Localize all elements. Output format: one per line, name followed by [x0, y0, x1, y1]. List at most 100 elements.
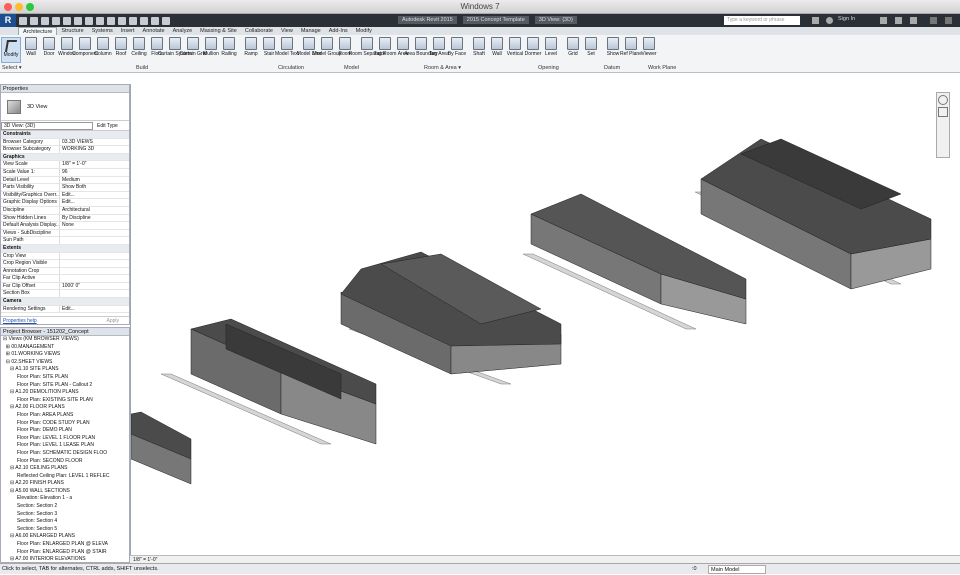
property-value[interactable]: [59, 275, 129, 282]
property-row[interactable]: View Scale 1/8" = 1'-0": [1, 161, 129, 169]
tab-systems[interactable]: Systems: [88, 27, 117, 35]
browser-item[interactable]: Floor Plan: LEVEL 1 LEASE PLAN: [3, 442, 129, 450]
maximize-window-button[interactable]: [26, 3, 34, 11]
browser-item[interactable]: Floor Plan: LEVEL 1 FLOOR PLAN: [3, 435, 129, 443]
property-value[interactable]: [59, 229, 129, 237]
app-menu-button[interactable]: R: [0, 14, 16, 27]
property-row[interactable]: Browser Subcategory WORKING 3D: [1, 146, 129, 154]
browser-item[interactable]: Section: Section 4: [3, 518, 129, 526]
property-value[interactable]: Edit...: [59, 191, 129, 199]
property-value[interactable]: Architectural: [59, 206, 129, 214]
property-value[interactable]: 1/8" = 1'-0": [59, 161, 129, 168]
steering-wheel-icon[interactable]: [938, 95, 948, 105]
browser-item[interactable]: ⊟ A6.00 ENLARGED PLANS: [3, 533, 129, 541]
browser-item[interactable]: Section: Section 5: [3, 526, 129, 534]
navigation-bar[interactable]: [936, 92, 950, 158]
tab-structure[interactable]: Structure: [57, 27, 87, 35]
browser-item[interactable]: Floor Plan: AREA PLANS: [3, 412, 129, 420]
property-value[interactable]: Edit...: [59, 199, 129, 206]
minimize-window-button[interactable]: [15, 3, 23, 11]
browser-item[interactable]: ⊟ A2.20 FINISH PLANS: [3, 480, 129, 488]
browser-item[interactable]: ⊟ A2.00 FLOOR PLANS: [3, 404, 129, 412]
property-section[interactable]: Camera: [1, 298, 129, 306]
browser-item[interactable]: ⊟ A1.20 DEMOLITION PLANS: [3, 389, 129, 397]
properties-help-link[interactable]: Properties help: [3, 318, 37, 324]
browser-item[interactable]: Section: Section 2: [3, 503, 129, 511]
model-canvas[interactable]: [130, 84, 960, 559]
close-icon[interactable]: [945, 17, 952, 24]
property-row[interactable]: Crop View: [1, 252, 129, 261]
browser-item[interactable]: ⊟ Views (KM BROWSER VIEWS): [3, 336, 129, 344]
browser-item[interactable]: ⊟ 02.SHEET VIEWS: [3, 359, 129, 367]
browser-item[interactable]: ⊞ 00.MANAGEMENT: [3, 344, 129, 352]
section-icon[interactable]: [140, 16, 148, 25]
property-row[interactable]: Browser Category 03.3D VIEWS: [1, 138, 129, 147]
redo-icon[interactable]: [63, 16, 71, 25]
property-value[interactable]: [59, 260, 129, 267]
open-icon[interactable]: [19, 16, 27, 25]
property-section[interactable]: Graphics: [1, 153, 129, 162]
model-selector[interactable]: Main Model: [708, 565, 766, 574]
property-row[interactable]: Views - SubDiscipline: [1, 229, 129, 238]
browser-item[interactable]: Floor Plan: SECOND FLOOR: [3, 458, 129, 466]
type-selector[interactable]: 3D View: [1, 93, 129, 121]
sync-icon[interactable]: [41, 16, 49, 25]
signin-button[interactable]: Sign In: [838, 16, 855, 22]
browser-item[interactable]: Floor Plan: ENLARGED PLAN @ STAIR: [3, 549, 129, 557]
browser-item[interactable]: Elevation: Elevation 1 - a: [3, 495, 129, 503]
tab-architecture[interactable]: Architecture: [18, 27, 58, 35]
browser-item[interactable]: ⊟ A5.00 WALL SECTIONS: [3, 488, 129, 496]
minimize-icon[interactable]: [930, 17, 937, 24]
property-row[interactable]: Detail Level Medium: [1, 176, 129, 185]
tab-annotate[interactable]: Annotate: [139, 27, 169, 35]
tab-insert[interactable]: Insert: [117, 27, 139, 35]
property-row[interactable]: Discipline Architectural: [1, 206, 129, 215]
browser-item[interactable]: Section: Section 3: [3, 511, 129, 519]
apply-button[interactable]: Apply: [106, 317, 119, 325]
property-value[interactable]: Show Both: [59, 184, 129, 191]
property-row[interactable]: Show Hidden Lines By Discipline: [1, 214, 129, 223]
property-value[interactable]: [59, 290, 129, 298]
exchange-icon[interactable]: [880, 17, 887, 24]
property-value[interactable]: 1000' 0": [59, 282, 129, 290]
thin-lines-icon[interactable]: [151, 16, 159, 25]
property-value[interactable]: WORKING 3D: [59, 146, 129, 153]
binoculars-icon[interactable]: [812, 17, 819, 24]
undo-icon[interactable]: [52, 16, 60, 25]
browser-item[interactable]: Reflected Ceiling Plan: LEVEL 1 REFLEC: [3, 473, 129, 481]
zoom-icon[interactable]: [938, 107, 948, 117]
text-icon[interactable]: [118, 16, 126, 25]
property-value[interactable]: 03.3D VIEWS: [59, 138, 129, 146]
tab-massing-site[interactable]: Massing & Site: [196, 27, 241, 35]
property-row[interactable]: Crop Region Visible: [1, 260, 129, 268]
close-hidden-icon[interactable]: [162, 16, 170, 25]
browser-item[interactable]: Floor Plan: SITE PLAN - Callout 2: [3, 382, 129, 390]
property-row[interactable]: Far Clip Active: [1, 275, 129, 283]
panel-room-area[interactable]: Room & Area ▾: [424, 64, 461, 73]
info-icon[interactable]: [910, 17, 917, 24]
property-row[interactable]: Far Clip Offset 1000' 0": [1, 282, 129, 291]
property-row[interactable]: Default Analysis Display... None: [1, 222, 129, 230]
save-icon[interactable]: [30, 16, 38, 25]
property-row[interactable]: Section Box: [1, 290, 129, 299]
property-value[interactable]: None: [59, 222, 129, 229]
property-section[interactable]: Constraints: [1, 131, 129, 139]
browser-item[interactable]: Floor Plan: CODE STUDY PLAN: [3, 420, 129, 428]
property-row[interactable]: Rendering Settings Edit...: [1, 305, 129, 314]
3d-view-icon[interactable]: [129, 16, 137, 25]
panel-select[interactable]: Select ▾: [2, 64, 22, 73]
tab-modify[interactable]: Modify: [352, 27, 376, 35]
instance-selector[interactable]: 3D View: {3D}: [1, 121, 93, 130]
tab-manage[interactable]: Manage: [297, 27, 325, 35]
browser-item[interactable]: ⊟ A1.10 SITE PLANS: [3, 366, 129, 374]
edit-type-button[interactable]: Edit Type: [97, 123, 118, 129]
property-value[interactable]: Edit...: [59, 305, 129, 313]
browser-item[interactable]: ⊞ 01.WORKING VIEWS: [3, 351, 129, 359]
tag-icon[interactable]: [107, 16, 115, 25]
browser-item[interactable]: Floor Plan: SITE PLAN: [3, 374, 129, 382]
property-row[interactable]: Annotation Crop: [1, 267, 129, 276]
property-row[interactable]: Sun Path: [1, 237, 129, 245]
property-row[interactable]: Parts Visibility Show Both: [1, 184, 129, 192]
tab-add-ins[interactable]: Add-Ins: [325, 27, 352, 35]
modify-button[interactable]: Modify: [1, 37, 21, 63]
